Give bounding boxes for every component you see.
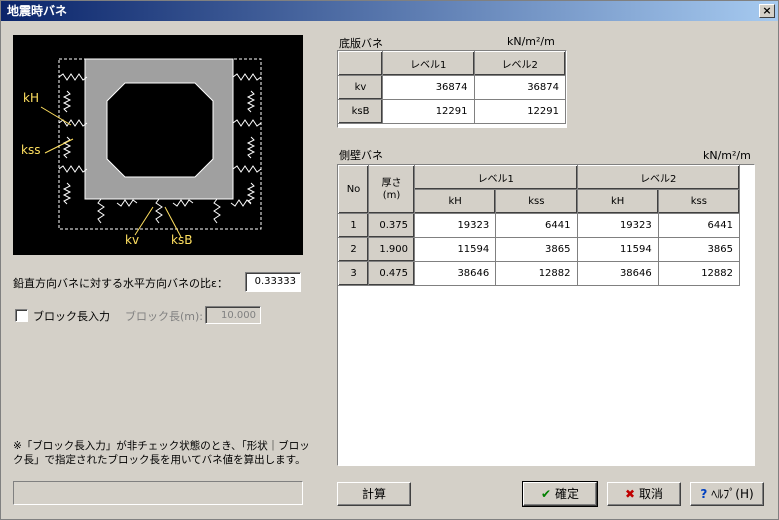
bottom-cell[interactable]: 36874 bbox=[473, 75, 566, 100]
note-text: ※「ブロック長入力」が非チェック状態のとき、「形状｜ブロック長」で指定されたブロ… bbox=[13, 440, 310, 466]
box-culvert-diagram bbox=[40, 58, 262, 238]
ratio-label: 鉛直方向バネに対する水平方向バネの比ε： bbox=[13, 277, 228, 290]
side-wall-title: 側壁バネ bbox=[339, 149, 383, 162]
block-length-input[interactable]: 10.000 bbox=[205, 306, 261, 324]
kh-label: kH bbox=[23, 91, 39, 105]
cell[interactable]: 19323 bbox=[576, 213, 659, 238]
cancel-button[interactable]: ✖ 取消 bbox=[607, 482, 681, 506]
kv-label: kv bbox=[125, 233, 140, 247]
row-thickness: 0.375 bbox=[368, 213, 415, 238]
bottom-col-header: レベル2 bbox=[473, 51, 566, 76]
spring-diagram: kH kss kv ksB bbox=[13, 35, 303, 255]
calc-button[interactable]: 計算 bbox=[337, 482, 411, 506]
close-button[interactable]: × bbox=[759, 4, 775, 18]
level1-header: レベル1 bbox=[414, 165, 578, 190]
calc-button-label: 計算 bbox=[361, 487, 386, 501]
block-length-checkbox[interactable] bbox=[15, 309, 28, 322]
ksb-label: ksB bbox=[171, 233, 193, 247]
bottom-col-header: レベル1 bbox=[382, 51, 475, 76]
cell[interactable]: 6441 bbox=[657, 213, 741, 238]
title-bar: 地震時バネ bbox=[1, 1, 778, 21]
kss-label: kss bbox=[21, 143, 41, 157]
cell[interactable]: 12882 bbox=[657, 261, 741, 286]
thickness-header: 厚さ (m) bbox=[368, 165, 415, 214]
cell[interactable]: 3865 bbox=[495, 237, 578, 262]
bottom-row-header: kv bbox=[338, 75, 383, 100]
no-header: No bbox=[338, 165, 369, 214]
row-no: 2 bbox=[338, 237, 369, 262]
bottom-slab-grid: レベル1 レベル2 kv 36874 36874 ksB 12291 12291 bbox=[337, 50, 567, 128]
bottom-cell[interactable]: 12291 bbox=[473, 99, 566, 124]
bottom-cell[interactable]: 36874 bbox=[382, 75, 475, 100]
kh-header: kH bbox=[576, 189, 659, 214]
x-icon: ✖ bbox=[624, 487, 636, 501]
side-wall-grid: No 厚さ (m) レベル1 レベル2 kH kss kH kss 1 0.37… bbox=[337, 164, 755, 466]
bottom-slab-title: 底版バネ bbox=[339, 37, 383, 50]
table-row: 1 0.375 19323 6441 19323 6441 bbox=[338, 213, 741, 238]
row-thickness: 1.900 bbox=[368, 237, 415, 262]
ok-button-label: 確定 bbox=[555, 487, 580, 501]
help-button-label: ﾍﾙﾌﾟ(H) bbox=[711, 487, 754, 501]
help-button[interactable]: ? ﾍﾙﾌﾟ(H) bbox=[690, 482, 764, 506]
cell[interactable]: 38646 bbox=[413, 261, 497, 286]
block-length-checkbox-label[interactable]: ブロック長入力 bbox=[33, 308, 110, 324]
row-no: 1 bbox=[338, 213, 369, 238]
bottom-springs bbox=[97, 198, 252, 224]
status-box bbox=[13, 481, 303, 505]
level2-header: レベル2 bbox=[576, 165, 740, 190]
cell[interactable]: 19323 bbox=[413, 213, 497, 238]
kss-header: kss bbox=[495, 189, 578, 214]
table-row: 3 0.475 38646 12882 38646 12882 bbox=[338, 261, 741, 286]
check-icon: ✔ bbox=[540, 487, 552, 501]
cell[interactable]: 11594 bbox=[413, 237, 497, 262]
bottom-cell[interactable]: 12291 bbox=[382, 99, 475, 124]
cell[interactable]: 12882 bbox=[495, 261, 578, 286]
side-wall-unit: kN/m²/m bbox=[703, 149, 751, 162]
row-no: 3 bbox=[338, 261, 369, 286]
help-icon: ? bbox=[700, 487, 708, 501]
window-title: 地震時バネ bbox=[7, 4, 68, 18]
cell[interactable]: 6441 bbox=[495, 213, 578, 238]
block-length-label: ブロック長(m): bbox=[125, 310, 204, 323]
bottom-slab-unit: kN/m²/m bbox=[507, 35, 555, 48]
dialog-window: 地震時バネ × kH kss kv ksB 鉛直方向バネに対する水平方向バネの比… bbox=[0, 0, 779, 520]
right-springs bbox=[232, 73, 262, 205]
kh-header: kH bbox=[413, 189, 497, 214]
row-thickness: 0.475 bbox=[368, 261, 415, 286]
table-row: 2 1.900 11594 3865 11594 3865 bbox=[338, 237, 741, 262]
cell[interactable]: 38646 bbox=[576, 261, 659, 286]
corner-header bbox=[338, 51, 383, 76]
ok-button[interactable]: ✔ 確定 bbox=[522, 481, 598, 507]
cell[interactable]: 3865 bbox=[657, 237, 741, 262]
kss-header: kss bbox=[657, 189, 741, 214]
bottom-row-header: ksB bbox=[338, 99, 383, 124]
cancel-button-label: 取消 bbox=[639, 487, 664, 501]
ratio-input[interactable]: 0.33333 bbox=[245, 272, 301, 292]
cell[interactable]: 11594 bbox=[576, 237, 659, 262]
